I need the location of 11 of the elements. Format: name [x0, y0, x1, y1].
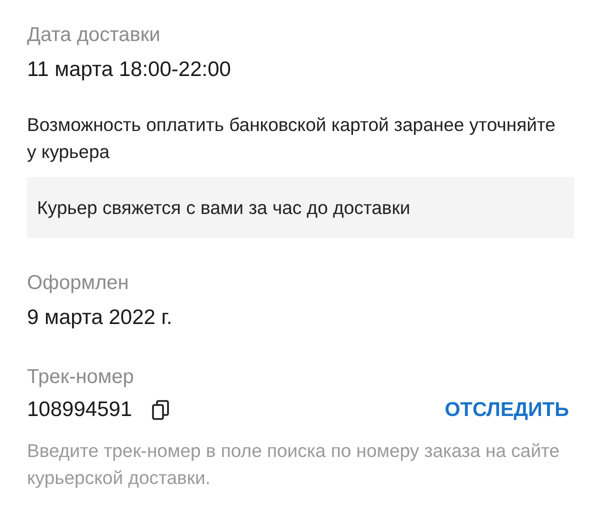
field-value: 11 марта 18:00-22:00	[27, 57, 232, 83]
payment-note: Возможность оплатить банковской картой заранее уточняйте у курьера	[27, 113, 556, 164]
courier-notice: Курьер свяжется с вами за час до доставки	[27, 177, 574, 238]
field-value: 9 марта 2022 г.	[27, 305, 174, 331]
tracking-number: 108994591	[27, 397, 132, 423]
track-button[interactable]: ОТСЛЕДИТЬ	[444, 398, 569, 422]
copy-icon[interactable]	[152, 400, 170, 420]
field-label: Трек-номер	[27, 365, 135, 389]
field-label: Оформлен	[27, 271, 130, 295]
field-label: Дата доставки	[27, 23, 162, 47]
tracking-hint: Введите трек-номер в поле поиска по номеру заказа на сайте курьерской доставки.	[27, 439, 561, 490]
